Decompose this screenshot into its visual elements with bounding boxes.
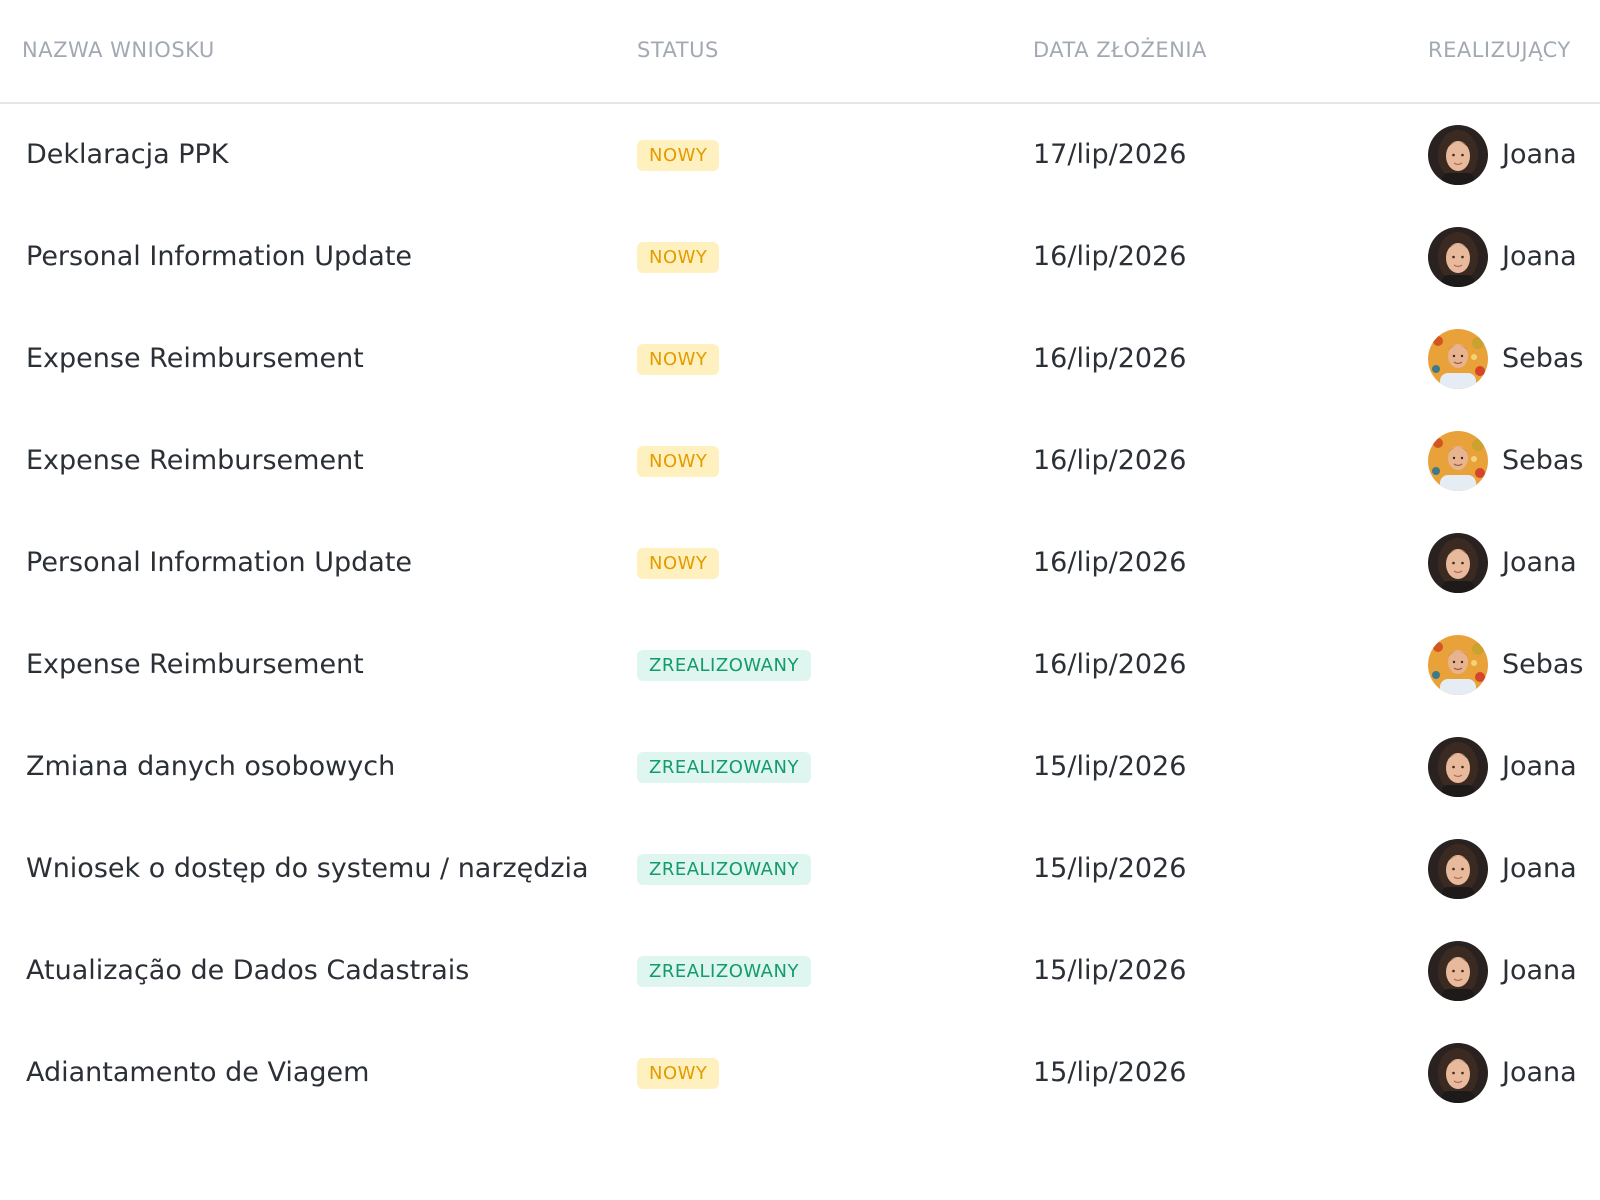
assignee-name: Sebas [1502,343,1584,374]
submission-date: 16/lip/2026 [1033,343,1187,374]
status-badge: ZREALIZOWANY [637,752,811,783]
submission-date: 15/lip/2026 [1033,955,1187,986]
submission-date: 16/lip/2026 [1033,547,1187,578]
table-row[interactable]: Adiantamento de Viagem NOWY 15/lip/2026 Jo… [0,1022,1600,1124]
man-avatar-icon [1428,635,1488,695]
request-name[interactable]: Expense Reimbursement [26,343,364,374]
request-name[interactable]: Adiantamento de Viagem [26,1057,369,1088]
table-row[interactable]: Atualização de Dados Cadastrais ZREALIZOW… [0,920,1600,1022]
submission-date: 15/lip/2026 [1033,1057,1187,1088]
status-badge: NOWY [637,242,720,273]
assignee-name: Joana [1502,1057,1577,1088]
table-row[interactable]: Expense Reimbursement ZREALIZOWANY 16/lip/… [0,614,1600,716]
assignee-name: Sebas [1502,649,1584,680]
woman-avatar-icon [1428,533,1488,593]
woman-avatar-icon [1428,941,1488,1001]
man-avatar-icon [1428,431,1488,491]
table-row[interactable]: Deklaracja PPK NOWY 17/lip/2026 Joana [0,104,1600,206]
requests-table: NAZWA WNIOSKU STATUS DATA ZŁOŻENIA REALI… [0,0,1600,1200]
table-row[interactable]: Expense Reimbursement NOWY 16/lip/2026 Seb… [0,410,1600,512]
assignee-name: Sebas [1502,445,1584,476]
request-name[interactable]: Personal Information Update [26,547,412,578]
request-name[interactable]: Wniosek o dostęp do systemu / narzędzia [26,853,589,884]
status-badge: NOWY [637,446,720,477]
submission-date: 16/lip/2026 [1033,241,1187,272]
man-avatar-icon [1428,329,1488,389]
submission-date: 15/lip/2026 [1033,853,1187,884]
column-header-date[interactable]: DATA ZŁOŻENIA [1033,38,1207,62]
assignee-name: Joana [1502,751,1577,782]
assignee-name: Joana [1502,241,1577,272]
submission-date: 17/lip/2026 [1033,139,1187,170]
submission-date: 16/lip/2026 [1033,445,1187,476]
assignee-name: Joana [1502,955,1577,986]
table-row[interactable]: Zmiana danych osobowych ZREALIZOWANY 15/li… [0,716,1600,818]
column-header-assignee[interactable]: REALIZUJĄCY [1428,38,1571,62]
woman-avatar-icon [1428,1043,1488,1103]
woman-avatar-icon [1428,839,1488,899]
request-name[interactable]: Zmiana danych osobowych [26,751,395,782]
status-badge: ZREALIZOWANY [637,956,811,987]
status-badge: ZREALIZOWANY [637,650,811,681]
assignee-name: Joana [1502,853,1577,884]
table-row[interactable]: Wniosek o dostęp do systemu / narzędzia Z… [0,818,1600,920]
request-name[interactable]: Personal Information Update [26,241,412,272]
column-header-status[interactable]: STATUS [637,38,719,62]
submission-date: 16/lip/2026 [1033,649,1187,680]
submission-date: 15/lip/2026 [1033,751,1187,782]
request-name[interactable]: Deklaracja PPK [26,139,228,170]
table-header: NAZWA WNIOSKU STATUS DATA ZŁOŻENIA REALI… [0,0,1600,104]
assignee-name: Joana [1502,547,1577,578]
table-row[interactable]: Expense Reimbursement NOWY 16/lip/2026 Seb… [0,308,1600,410]
woman-avatar-icon [1428,737,1488,797]
woman-avatar-icon [1428,125,1488,185]
status-badge: NOWY [637,548,720,579]
status-badge: NOWY [637,140,720,171]
status-badge: NOWY [637,344,720,375]
assignee-name: Joana [1502,139,1577,170]
column-header-name[interactable]: NAZWA WNIOSKU [22,38,215,62]
request-name[interactable]: Expense Reimbursement [26,445,364,476]
woman-avatar-icon [1428,227,1488,287]
status-badge: ZREALIZOWANY [637,854,811,885]
status-badge: NOWY [637,1058,720,1089]
table-row[interactable]: Personal Information Update NOWY 16/lip/20… [0,206,1600,308]
request-name[interactable]: Expense Reimbursement [26,649,364,680]
table-body: Deklaracja PPK NOWY 17/lip/2026 Joana Perso… [0,104,1600,1124]
table-row[interactable]: Personal Information Update NOWY 16/lip/20… [0,512,1600,614]
request-name[interactable]: Atualização de Dados Cadastrais [26,955,469,986]
